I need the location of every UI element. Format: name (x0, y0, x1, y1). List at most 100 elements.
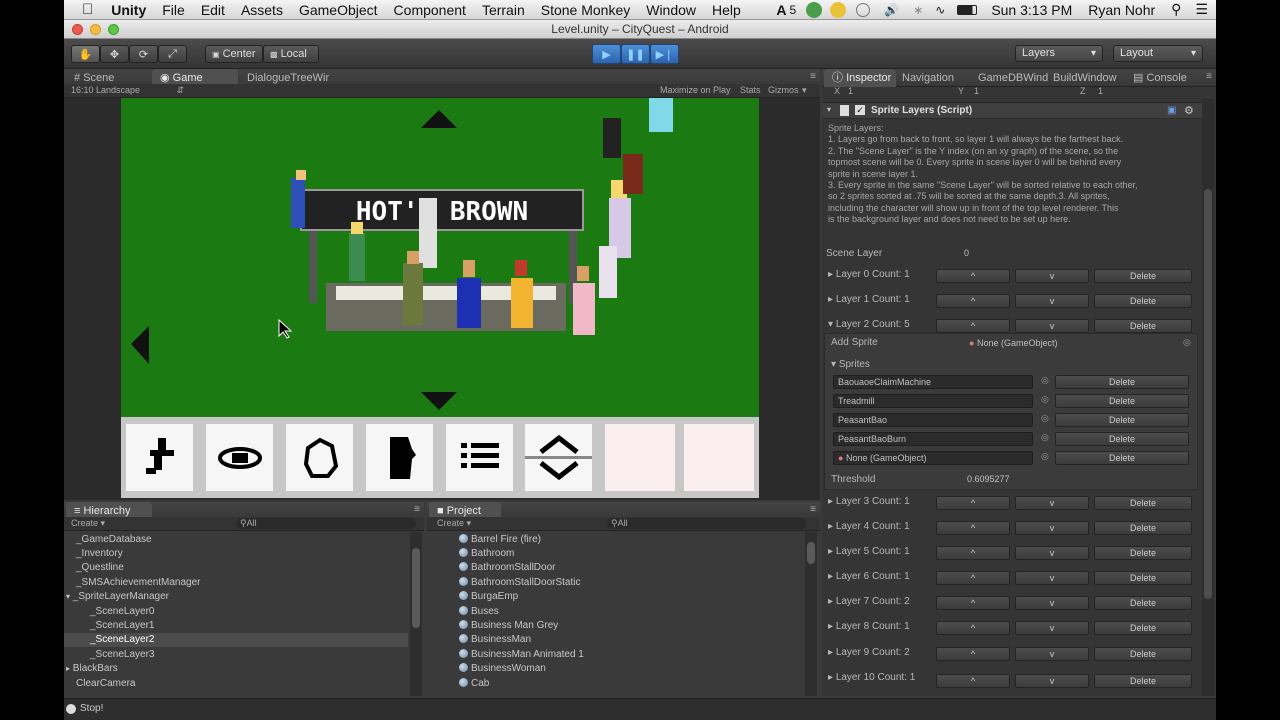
inventory-slot-empty[interactable] (684, 424, 754, 491)
tab-navigation[interactable]: Navigation (894, 69, 974, 87)
threshold-field[interactable]: 0.6095277 (963, 473, 1195, 487)
sprite-field[interactable]: PeasantBaoBurn (833, 432, 1033, 446)
verb-slot[interactable] (286, 424, 353, 491)
layers-dropdown[interactable]: Layers (1015, 45, 1103, 62)
hierarchy-scrollbar[interactable] (410, 532, 422, 696)
move-layer-up-button[interactable]: ^ (936, 674, 1010, 688)
delete-sprite-button[interactable]: Delete (1055, 432, 1189, 446)
collapse-triangle-icon[interactable]: ▸ (66, 664, 70, 673)
verb-slot[interactable] (446, 424, 513, 491)
move-layer-down-button[interactable]: v (1015, 496, 1089, 510)
project-scrollbar[interactable] (805, 532, 817, 696)
layer-10-foldout[interactable]: ▸ Layer 10 Count: 1 (828, 672, 915, 683)
menu-window[interactable]: Window (638, 2, 704, 18)
menubar-clock[interactable]: Sun 3:13 PM (983, 2, 1080, 18)
status-message[interactable]: Stop! (80, 703, 103, 714)
layer-0-foldout[interactable]: ▸ Layer 0 Count: 1 (828, 269, 910, 280)
pause-button[interactable]: ❚❚ (621, 44, 650, 64)
tab-console[interactable]: ▤ Console (1125, 69, 1195, 87)
move-layer-down-button[interactable]: v (1015, 294, 1089, 308)
tree-item[interactable]: _Inventory (64, 547, 408, 561)
maximize-on-play-toggle[interactable]: Maximize on Play (660, 85, 731, 95)
sprite-field[interactable]: Treadmill (833, 394, 1033, 408)
move-layer-up-button[interactable]: ^ (936, 521, 1010, 535)
verb-slot[interactable] (126, 424, 193, 491)
object-picker-icon[interactable]: ◎ (1041, 432, 1049, 443)
sync-icon[interactable] (806, 1, 823, 18)
move-layer-up-button[interactable]: ^ (936, 647, 1010, 661)
asset-item[interactable]: BusinessMan Animated 1 (459, 648, 584, 662)
move-layer-up-button[interactable]: ^ (936, 294, 1010, 308)
step-button[interactable]: ▶❘ (650, 44, 679, 64)
sprite-field-empty[interactable]: ● None (GameObject) (833, 451, 1033, 465)
asset-item[interactable]: BusinessWoman (459, 662, 546, 676)
scrollbar-thumb[interactable] (1204, 189, 1212, 599)
scale-tool-button[interactable]: ⤢ (158, 45, 187, 63)
delete-sprite-button[interactable]: Delete (1055, 394, 1189, 408)
delete-layer-button[interactable]: Delete (1094, 647, 1192, 661)
scroll-up-icon[interactable] (537, 432, 581, 456)
inventory-scroll-slot[interactable] (525, 424, 592, 491)
delete-layer-button[interactable]: Delete (1094, 521, 1192, 535)
delete-layer-button[interactable]: Delete (1094, 496, 1192, 510)
scroll-down-icon[interactable] (537, 459, 581, 483)
component-fold-icon[interactable]: ▾ (827, 105, 831, 114)
tree-item-expanded[interactable]: ▾ _SpriteLayerManager (64, 590, 408, 604)
wifi-icon[interactable]: ∿ (929, 3, 951, 17)
tree-item[interactable]: _SMSAchievementManager (64, 576, 408, 590)
move-layer-down-button[interactable]: v (1015, 546, 1089, 560)
y-field[interactable]: 1 (974, 86, 979, 96)
game-view[interactable]: HOT'N BROWN (121, 98, 759, 498)
move-layer-down-button[interactable]: v (1015, 621, 1089, 635)
add-sprite-field[interactable]: ● None (GameObject) (965, 337, 1177, 351)
menu-gameobject[interactable]: GameObject (291, 2, 386, 18)
component-header[interactable]: ▾ ✓ Sprite Layers (Script) ▣ ⚙ (822, 102, 1202, 119)
move-layer-down-button[interactable]: v (1015, 647, 1089, 661)
stats-toggle[interactable]: Stats (740, 85, 761, 95)
notification-center-icon[interactable]: ☰ (1189, 1, 1216, 18)
delete-layer-button[interactable]: Delete (1094, 674, 1192, 688)
rotate-tool-button[interactable]: ⟳ (129, 45, 158, 63)
asset-item[interactable]: BathroomStallDoor (459, 561, 555, 575)
scrollbar-thumb[interactable] (412, 548, 420, 628)
menubar-user[interactable]: Ryan Nohr (1080, 2, 1163, 18)
layer-1-foldout[interactable]: ▸ Layer 1 Count: 1 (828, 294, 910, 305)
menu-component[interactable]: Component (386, 2, 474, 18)
move-layer-up-button[interactable]: ^ (936, 571, 1010, 585)
move-layer-up-button[interactable]: ^ (936, 319, 1010, 333)
tab-buildwindow[interactable]: BuildWindow (1045, 69, 1125, 87)
layer-3-foldout[interactable]: ▸ Layer 3 Count: 1 (828, 496, 910, 507)
component-gear-icon[interactable]: ⚙ (1184, 104, 1194, 117)
spotlight-search-icon[interactable]: ⚲ (1163, 1, 1189, 18)
bluetooth-icon[interactable]: ∗ (907, 3, 929, 17)
asset-item[interactable]: Business Man Grey (459, 619, 558, 633)
delete-layer-button[interactable]: Delete (1094, 621, 1192, 635)
menu-file[interactable]: File (154, 2, 193, 18)
project-search-input[interactable]: ⚲All (607, 518, 807, 529)
time-machine-icon[interactable] (856, 2, 871, 17)
layer-7-foldout[interactable]: ▸ Layer 7 Count: 2 (828, 596, 910, 607)
chat-icon[interactable] (830, 1, 847, 18)
asset-item[interactable]: BusinessMan (459, 633, 531, 647)
layout-dropdown[interactable]: Layout (1113, 45, 1203, 62)
layer-4-foldout[interactable]: ▸ Layer 4 Count: 1 (828, 521, 910, 532)
menu-app[interactable]: Unity (103, 2, 154, 18)
move-layer-down-button[interactable]: v (1015, 521, 1089, 535)
move-layer-down-button[interactable]: v (1015, 596, 1089, 610)
scene-layer-field[interactable]: 0 (960, 247, 1196, 261)
move-layer-down-button[interactable]: v (1015, 674, 1089, 688)
panel-menu-icon[interactable]: ≡ (810, 71, 816, 82)
tree-item[interactable]: _Questline (64, 561, 408, 575)
minimize-window-button[interactable] (90, 24, 101, 35)
layer-8-foldout[interactable]: ▸ Layer 8 Count: 1 (828, 621, 910, 632)
expand-triangle-icon[interactable]: ▾ (66, 592, 70, 601)
close-window-button[interactable] (72, 24, 83, 35)
panel-menu-icon[interactable]: ≡ (1206, 71, 1212, 82)
tree-item-collapsed[interactable]: ▸ BlackBars (64, 662, 408, 676)
component-help-icon[interactable]: ▣ (1167, 105, 1176, 116)
asset-item[interactable]: BathroomStallDoorStatic (459, 576, 581, 590)
asset-item[interactable]: Buses (459, 605, 499, 619)
move-layer-up-button[interactable]: ^ (936, 596, 1010, 610)
nav-up-arrow-icon[interactable] (421, 110, 457, 128)
volume-icon[interactable]: 🔊 (876, 3, 907, 17)
